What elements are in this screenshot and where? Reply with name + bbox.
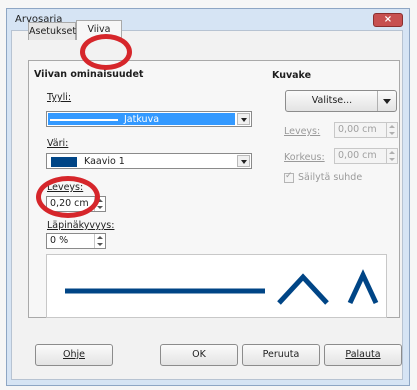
tab-asetukset-label: Asetukset — [29, 26, 77, 37]
help-button-label: Ohje — [63, 349, 85, 360]
icon-width-value: 0,00 cm — [338, 124, 377, 135]
close-button[interactable]: × — [373, 13, 403, 27]
color-selected-value: Kaavio 1 — [48, 155, 235, 167]
icon-heading: Kuvake — [272, 70, 312, 81]
icon-height-stepper[interactable] — [386, 149, 397, 163]
color-value-text: Kaavio 1 — [84, 156, 125, 167]
keep-ratio-label: Säilytä suhde — [298, 172, 363, 183]
line-properties-heading: Viivan ominaisuudet — [34, 69, 144, 80]
transparency-value: 0 % — [50, 235, 69, 246]
help-button[interactable]: Ohje — [35, 344, 113, 366]
chevron-down-icon[interactable] — [237, 113, 250, 125]
color-label: Väri: — [47, 138, 69, 149]
style-select[interactable]: Jatkuva — [46, 111, 252, 127]
preview-narrow-arrow — [347, 269, 379, 305]
icon-height-spinbox[interactable]: 0,00 cm — [334, 148, 398, 164]
transparency-stepper[interactable] — [94, 234, 105, 248]
style-selected-value: Jatkuva — [48, 113, 235, 125]
cancel-button[interactable]: Peruuta — [242, 344, 320, 366]
icon-height-label: Korkeus: — [284, 152, 325, 163]
tab-viiva[interactable]: Viiva — [76, 20, 122, 40]
ok-button[interactable]: OK — [160, 344, 238, 366]
reset-button[interactable]: Palauta — [324, 344, 402, 366]
reset-button-label: Palauta — [345, 349, 381, 360]
width-stepper[interactable] — [94, 197, 105, 211]
icon-width-spinbox[interactable]: 0,00 cm — [334, 122, 398, 138]
tab-viiva-label: Viiva — [87, 24, 111, 35]
width-spinbox[interactable]: 0,20 cm — [46, 196, 106, 212]
style-value-text: Jatkuva — [124, 114, 160, 125]
chevron-down-icon[interactable] — [377, 91, 396, 111]
style-label: Tyyli: — [47, 92, 72, 103]
ok-button-label: OK — [192, 349, 206, 360]
icon-height-value: 0,00 cm — [338, 150, 377, 161]
select-icon-button-label: Valitse... — [311, 95, 353, 106]
color-select[interactable]: Kaavio 1 — [46, 153, 252, 169]
transparency-spinbox[interactable]: 0 % — [46, 233, 106, 249]
icon-width-label: Leveys: — [284, 126, 321, 137]
width-value: 0,20 cm — [50, 198, 89, 209]
width-label: Leveys: — [47, 182, 84, 193]
keep-ratio-checkbox[interactable] — [284, 171, 294, 183]
close-icon: × — [383, 14, 393, 25]
chevron-down-icon[interactable] — [237, 155, 250, 167]
preview-graphic — [65, 269, 379, 305]
icon-width-stepper[interactable] — [386, 123, 397, 137]
line-preview — [46, 254, 387, 318]
preview-wide-arrow — [277, 273, 329, 305]
select-icon-button[interactable]: Valitse... — [285, 90, 397, 112]
tab-asetukset[interactable]: Asetukset — [28, 22, 76, 40]
transparency-label: Läpinäkyvyys: — [47, 220, 115, 231]
cancel-button-label: Peruuta — [262, 349, 300, 360]
color-swatch — [51, 157, 77, 167]
line-style-preview — [50, 119, 118, 121]
